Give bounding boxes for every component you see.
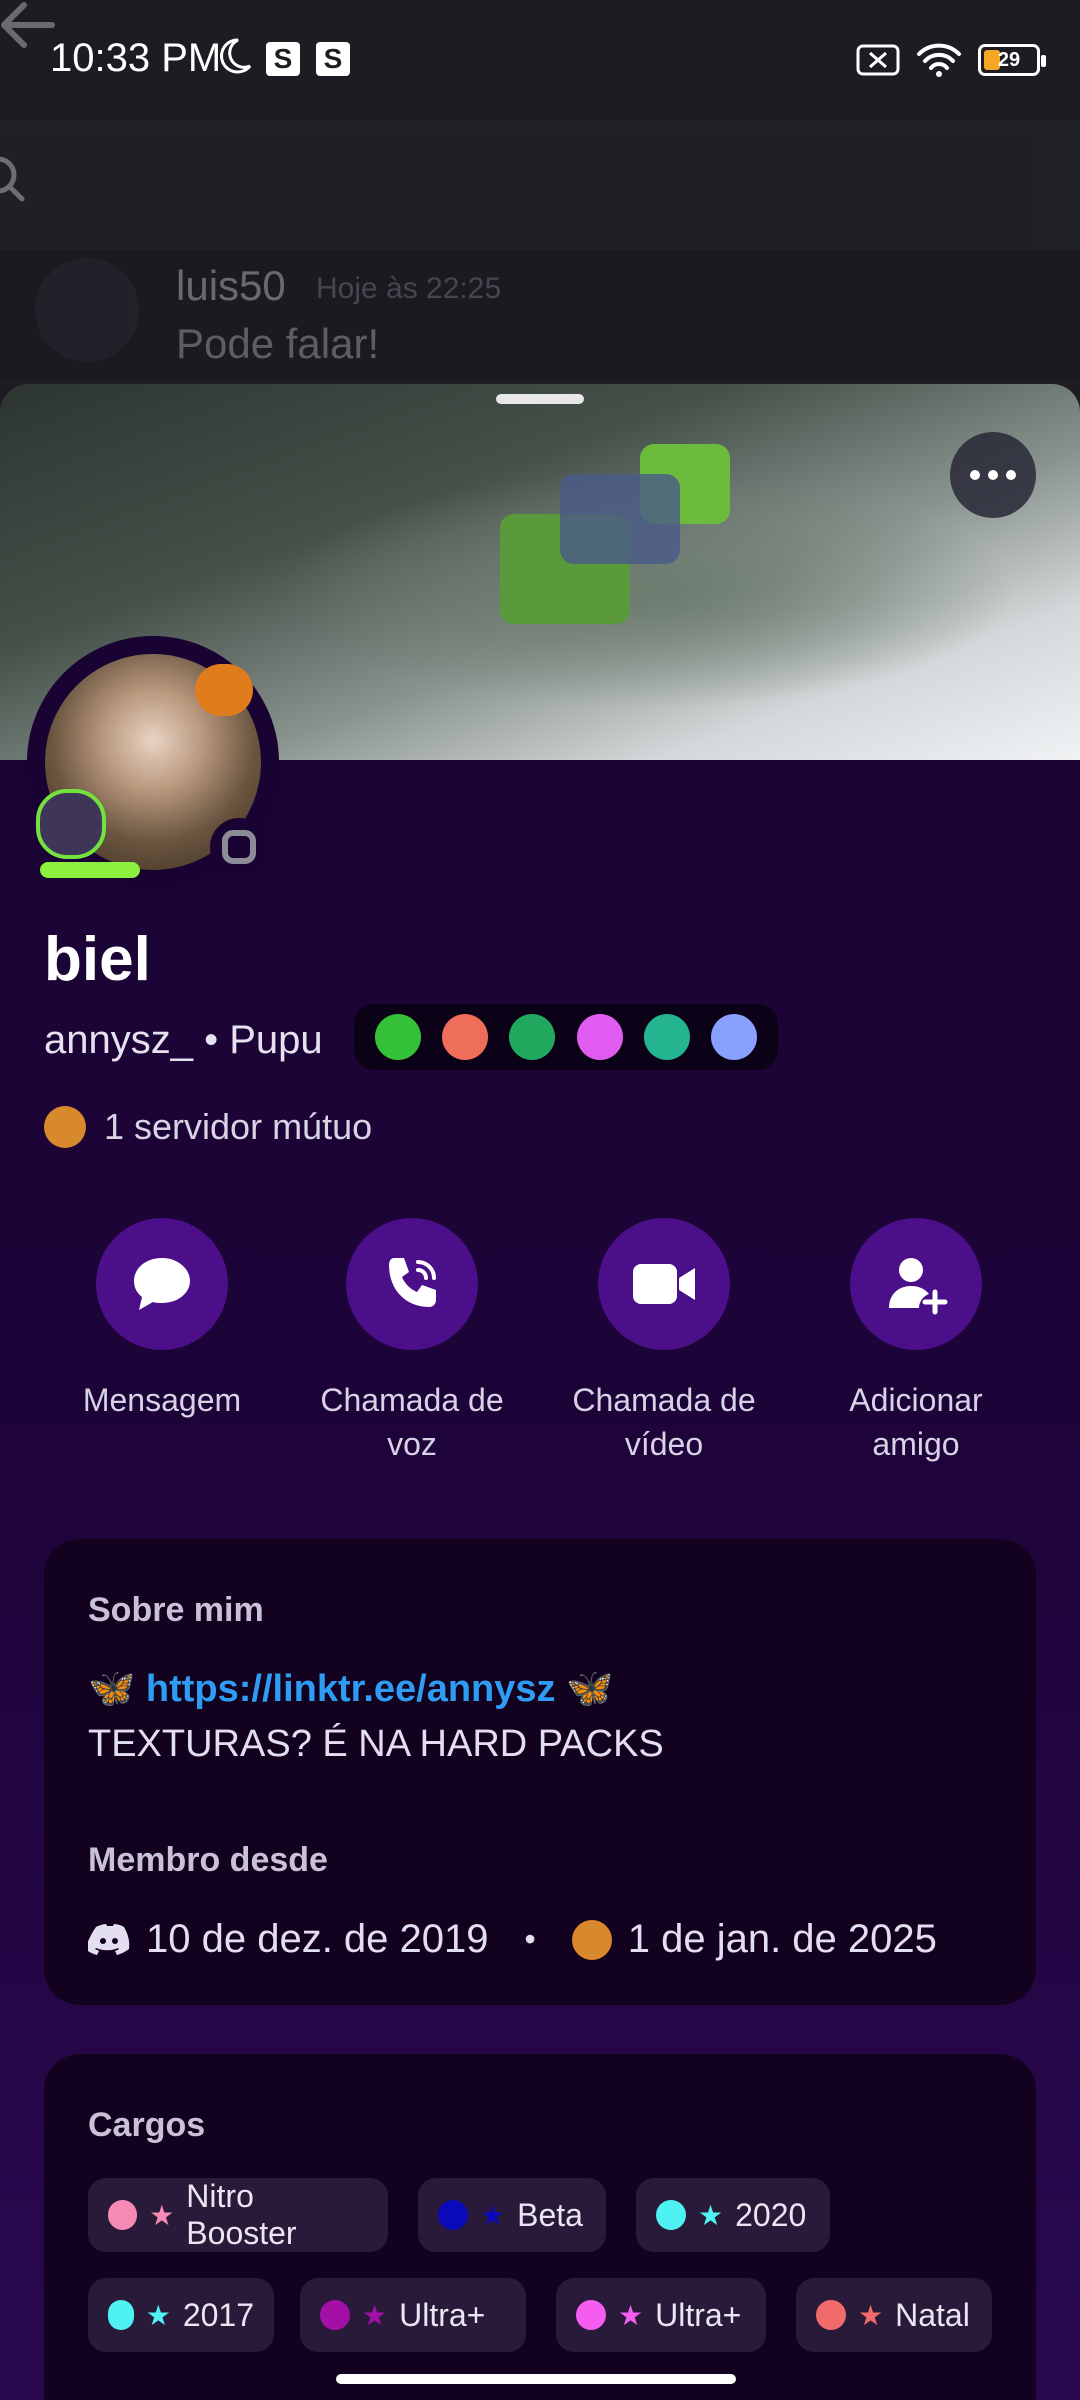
pumpkin-decoration-icon [195,664,253,716]
role-chip[interactable]: ★ Ultra+ [556,2278,766,2352]
message-text: Pode falar! [176,320,380,367]
add-friend-label: Adicionar amigo [849,1382,983,1462]
slime-decoration-icon [40,862,140,878]
sheet-grab-handle[interactable] [496,394,584,404]
role-star-icon: ★ [858,2299,884,2331]
roles-heading: Cargos [88,2106,206,2144]
butterfly-emoji: 🦋 [88,1668,146,1710]
code-badge-icon[interactable] [509,1014,556,1060]
member-since-row: 10 de dez. de 2019 • 1 de jan. de 2025 [88,1917,937,1962]
butterfly-emoji: 🦋 [555,1668,614,1710]
chevron-badge-icon[interactable] [441,1014,488,1060]
role-star-icon: ★ [618,2299,644,2331]
about-heading: Sobre mim [88,1591,264,1629]
role-label: Ultra+ [655,2296,742,2333]
back-arrow-icon[interactable] [0,0,56,50]
role-star-icon: ★ [362,2299,388,2331]
message-avatar[interactable] [35,258,139,362]
role-label: Beta [517,2196,583,2233]
offline-status-icon [210,818,268,876]
role-color-dot [108,2300,134,2330]
username-pronouns[interactable]: annysz_ • Pupu [44,1018,323,1063]
role-star-icon: ★ [149,2199,175,2231]
role-star-icon: ★ [698,2199,724,2231]
badge-strip [354,1004,778,1070]
profile-sheet: biel annysz_ • Pupu 1 servidor mútuo Men… [0,384,1080,2400]
server-icon [571,1919,612,1960]
member-since-heading: Membro desde [88,1841,328,1879]
voice-call-button[interactable]: Chamada de voz [302,1218,522,1466]
role-label: Natal [895,2296,970,2333]
role-chip[interactable]: ★ Natal [796,2278,992,2352]
role-color-dot [320,2300,350,2330]
more-options-button[interactable] [950,432,1036,518]
role-color-dot [108,2200,138,2230]
chat-bubble-icon [134,1258,190,1310]
role-color-dot [656,2200,686,2230]
about-link-line: 🦋 https://linktr.ee/annysz 🦋 [88,1667,613,1711]
phone-icon [389,1258,436,1307]
server-member-since: 1 de jan. de 2025 [627,1917,937,1961]
server-icon [44,1106,86,1148]
message-timestamp: Hoje às 22:25 [316,272,502,305]
search-button[interactable] [0,133,1036,263]
role-label: Nitro Booster [186,2178,297,2251]
message-button[interactable]: Mensagem [52,1218,272,1422]
role-chip[interactable]: ★ 2017 [88,2278,274,2352]
role-label: Ultra+ [399,2296,486,2333]
role-chip[interactable]: ★ Nitro Booster [88,2178,388,2252]
mutual-servers-label: 1 servidor mútuo [104,1106,373,1147]
home-indicator[interactable] [336,2374,736,2384]
role-color-dot [816,2300,846,2330]
role-chip[interactable]: ★ Ultra+ [300,2278,526,2352]
discord-logo-icon [88,1923,130,1955]
about-link[interactable]: https://linktr.ee/annysz [146,1668,556,1710]
display-name: biel [44,925,151,994]
discord-member-since: 10 de dez. de 2019 [146,1917,489,1961]
role-star-icon: ★ [480,2199,506,2231]
video-call-label: Chamada de vídeo [572,1382,756,1462]
about-card: Sobre mim 🦋 https://linktr.ee/annysz 🦋 T… [44,1539,1036,2005]
video-call-button[interactable]: Chamada de vídeo [554,1218,774,1466]
role-label: 2017 [182,2296,254,2333]
hashtag-badge-icon[interactable] [643,1014,690,1060]
chat-message: luis50 Hoje às 22:25 Pode falar! [0,250,1080,380]
voice-call-label: Chamada de voz [320,1382,504,1462]
mutual-servers[interactable]: 1 servidor mútuo [44,1106,372,1148]
separator: • [524,1921,536,1957]
gem-badge-icon[interactable] [576,1014,623,1060]
message-author[interactable]: luis50 [176,262,286,310]
search-icon [0,156,25,202]
add-friend-icon [889,1258,948,1315]
role-star-icon: ★ [145,2299,171,2331]
role-color-dot [438,2200,468,2230]
role-chip[interactable]: ★ 2020 [636,2178,830,2252]
video-camera-icon [633,1264,695,1304]
roles-card: Cargos ★ Nitro Booster ★ Beta ★ 2020 ★ 2017 ★ Ult… [44,2054,1036,2400]
laurel-badge-icon[interactable] [711,1014,758,1060]
about-bio: TEXTURAS? É NA HARD PACKS [88,1723,664,1765]
add-friend-button[interactable]: Adicionar amigo [806,1218,1026,1466]
role-color-dot [576,2300,606,2330]
role-label: 2020 [735,2196,807,2233]
message-button-label: Mensagem [82,1382,242,1418]
cauldron-decoration-icon [36,789,106,859]
speed-badge-icon[interactable] [374,1014,421,1060]
role-chip[interactable]: ★ Beta [418,2178,606,2252]
